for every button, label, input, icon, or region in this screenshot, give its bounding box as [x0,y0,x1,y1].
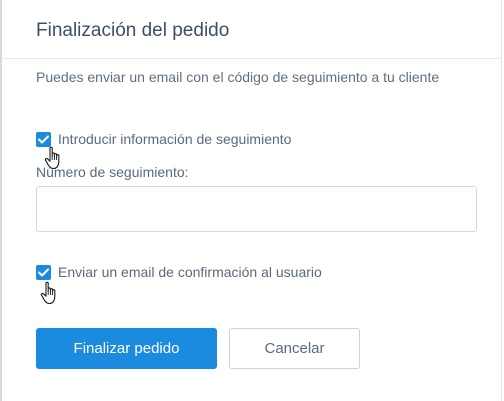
dialog-title: Finalización del pedido [36,20,230,41]
title-divider [2,58,501,59]
confirmation-email-label: Enviar un email de confirmación al usuar… [58,264,322,280]
hand-pointer-icon [40,281,56,305]
tracking-info-option[interactable]: Introducir información de seguimiento [36,131,291,147]
tracking-info-label: Introducir información de seguimiento [58,131,292,147]
check-icon [38,135,49,143]
finalize-order-button[interactable]: Finalizar pedido [36,328,217,369]
dialog-description: Puedes enviar un email con el código de … [36,69,440,85]
cancel-button[interactable]: Cancelar [229,328,360,369]
check-icon [38,268,49,276]
confirmation-email-checkbox[interactable] [36,264,51,280]
tracking-number-input[interactable] [36,186,477,232]
tracking-info-checkbox[interactable] [36,131,51,147]
confirmation-email-option[interactable]: Enviar un email de confirmación al usuar… [36,264,322,280]
order-completion-dialog: Finalización del pedido Puedes enviar un… [0,0,502,401]
hand-pointer-icon [44,146,60,170]
